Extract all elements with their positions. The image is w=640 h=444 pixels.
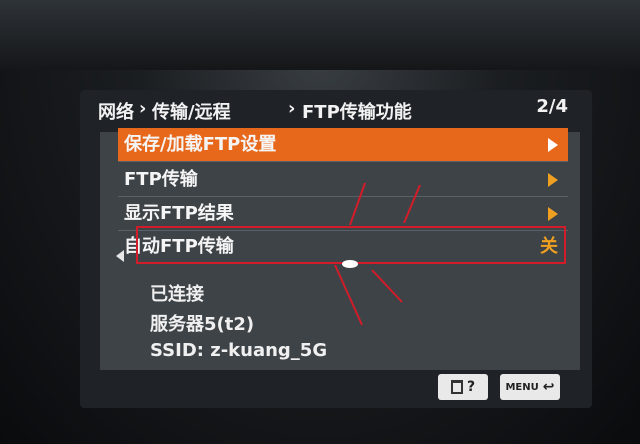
annotation-arrows bbox=[334, 182, 421, 326]
annotation-arrow bbox=[334, 264, 363, 326]
annotation-arrow bbox=[403, 184, 421, 224]
annotation-arrow bbox=[349, 182, 366, 226]
annotation-arrow bbox=[371, 269, 403, 303]
